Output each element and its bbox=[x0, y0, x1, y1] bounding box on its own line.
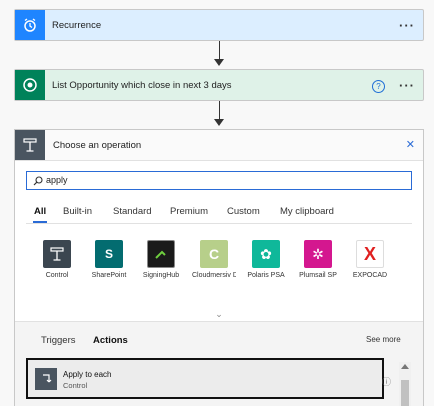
connector-line bbox=[219, 41, 220, 60]
arrow-down-icon bbox=[214, 59, 224, 66]
action-apply-to-each[interactable]: Apply to each Control bbox=[26, 358, 384, 399]
tab-divider bbox=[26, 223, 412, 224]
control-icon bbox=[35, 368, 57, 390]
scroll-up-icon[interactable] bbox=[401, 364, 409, 369]
tab-built-in[interactable]: Built-in bbox=[63, 206, 92, 217]
scrollbar[interactable] bbox=[399, 362, 411, 406]
operation-icon bbox=[23, 138, 37, 152]
scroll-thumb[interactable] bbox=[401, 380, 409, 406]
info-icon[interactable]: ⓘ bbox=[382, 375, 391, 388]
signinghub-icon bbox=[147, 240, 175, 268]
connector-expocad[interactable]: X EXPOCAD bbox=[348, 240, 392, 280]
connector-label: SharePoint bbox=[91, 272, 127, 279]
connector-label: Polaris PSA bbox=[247, 272, 285, 279]
panel-title: Choose an operation bbox=[53, 140, 142, 151]
step-title: Recurrence bbox=[52, 19, 102, 31]
tab-actions[interactable]: Actions bbox=[93, 335, 128, 346]
step-recurrence[interactable]: Recurrence ··· bbox=[14, 9, 424, 41]
cloudmersive-icon: C bbox=[200, 240, 228, 268]
connector-cloudmersive[interactable]: C Cloudmersiv Documen… bbox=[192, 240, 236, 280]
arrow-down-icon bbox=[214, 119, 224, 126]
tab-premium[interactable]: Premium bbox=[170, 206, 208, 217]
sharepoint-icon: S bbox=[95, 240, 123, 268]
more-options-icon[interactable]: ··· bbox=[399, 70, 415, 100]
connector-label: EXPOCAD bbox=[352, 272, 388, 279]
connector-signinghub[interactable]: SigningHub bbox=[139, 240, 183, 280]
step-title: List Opportunity which close in next 3 d… bbox=[52, 79, 232, 91]
polaris-icon: ✿ bbox=[252, 240, 280, 268]
search-icon bbox=[33, 176, 43, 186]
close-icon[interactable]: ✕ bbox=[406, 138, 415, 151]
expocad-icon: X bbox=[356, 240, 384, 268]
tab-my-clipboard[interactable]: My clipboard bbox=[280, 206, 334, 217]
connector-polaris-psa[interactable]: ✿ Polaris PSA bbox=[244, 240, 288, 280]
see-more-link[interactable]: See more bbox=[366, 335, 401, 344]
search-input[interactable]: apply bbox=[26, 171, 412, 190]
connector-label: Plumsail SP bbox=[299, 272, 337, 279]
tab-standard[interactable]: Standard bbox=[113, 206, 152, 217]
control-icon bbox=[43, 240, 71, 268]
search-value: apply bbox=[46, 175, 68, 185]
connector-plumsail-sp[interactable]: ✲ Plumsail SP bbox=[296, 240, 340, 280]
dynamics-icon bbox=[23, 78, 37, 92]
tab-custom[interactable]: Custom bbox=[227, 206, 260, 217]
tab-triggers[interactable]: Triggers bbox=[41, 335, 76, 346]
plumsail-icon: ✲ bbox=[304, 240, 332, 268]
connector-label: SigningHub bbox=[142, 272, 180, 279]
connector-sharepoint[interactable]: S SharePoint bbox=[87, 240, 131, 280]
connector-control[interactable]: Control bbox=[35, 240, 79, 280]
step-list-opportunity[interactable]: List Opportunity which close in next 3 d… bbox=[14, 69, 424, 101]
action-title: Apply to each bbox=[63, 370, 112, 379]
step-icon-bg bbox=[15, 10, 45, 40]
tab-all[interactable]: All bbox=[34, 206, 46, 217]
panel-header: Choose an operation ✕ bbox=[15, 130, 423, 161]
action-subtitle: Control bbox=[63, 381, 88, 390]
alarm-clock-icon bbox=[24, 18, 36, 32]
connector-label: Control bbox=[45, 272, 69, 279]
step-icon-bg bbox=[15, 70, 45, 100]
more-options-icon[interactable]: ··· bbox=[399, 10, 415, 40]
operation-icon-bg bbox=[15, 130, 45, 160]
help-icon[interactable]: ? bbox=[372, 80, 385, 93]
connector-line bbox=[219, 101, 220, 120]
connector-label: Cloudmersiv Documen… bbox=[192, 272, 236, 279]
expand-bar[interactable]: ⌄ bbox=[26, 310, 412, 320]
